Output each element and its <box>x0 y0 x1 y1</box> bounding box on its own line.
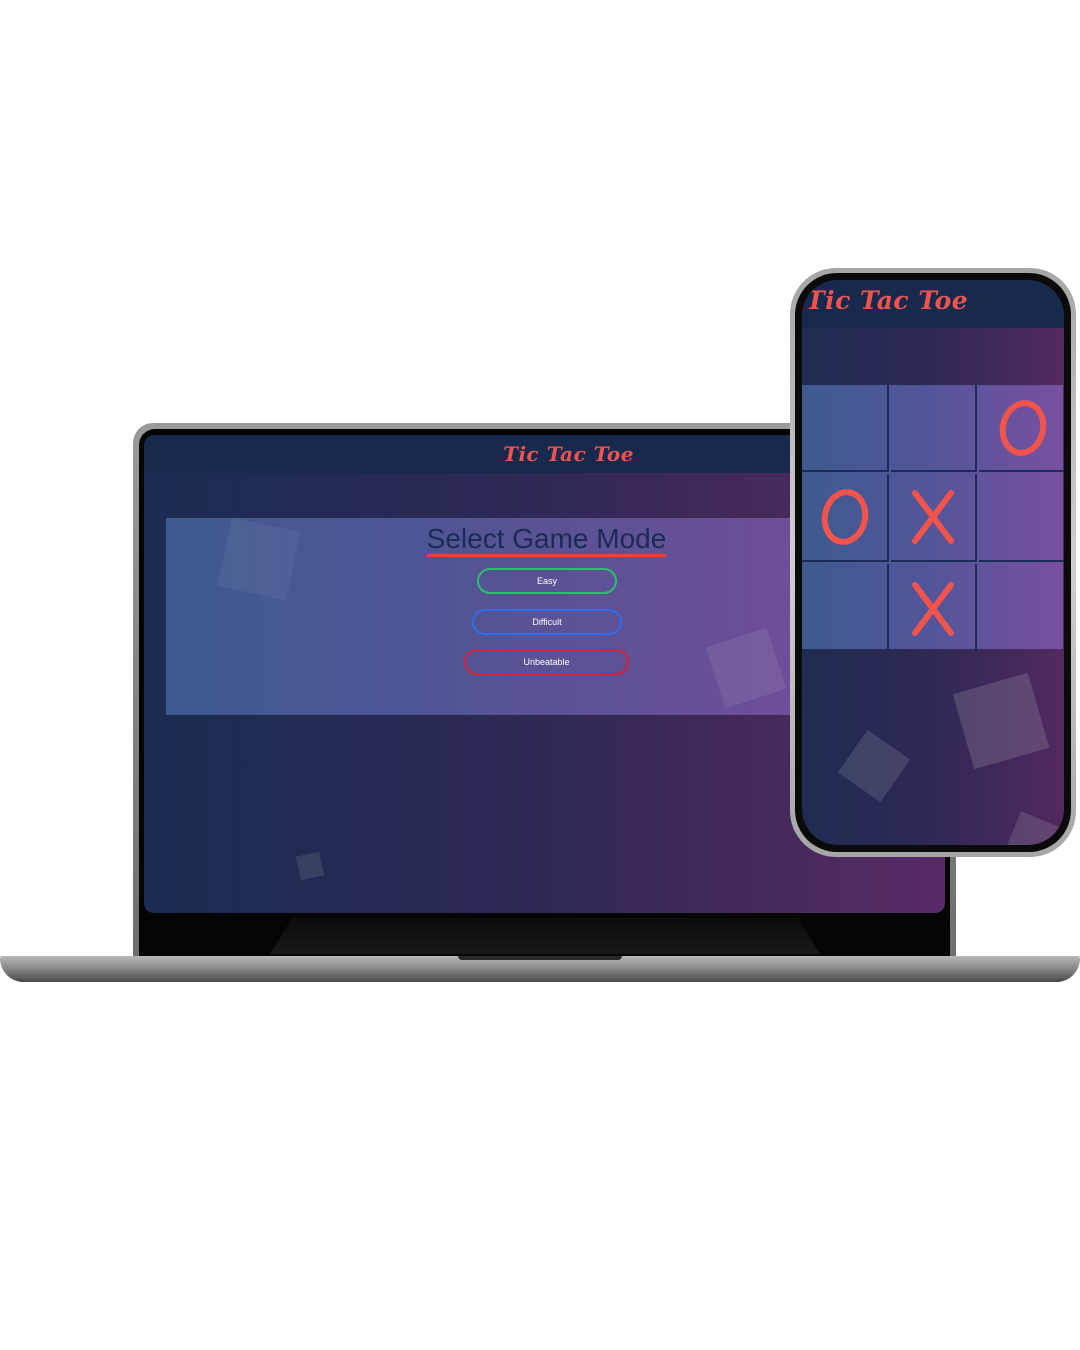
o-mark-shape <box>999 399 1047 456</box>
board-cell[interactable]: O <box>802 474 889 562</box>
decorative-square <box>295 851 325 881</box>
board-cell[interactable] <box>979 474 1064 562</box>
board-cell[interactable] <box>979 564 1064 653</box>
laptop-keyboard <box>270 918 820 954</box>
difficult-mode-button[interactable]: Difficult <box>472 609 622 635</box>
decorative-square <box>705 627 787 709</box>
select-game-mode-text: Select Game Mode <box>426 523 667 557</box>
unbeatable-mode-button[interactable]: Unbeatable <box>464 649 629 675</box>
board-cell[interactable] <box>802 385 889 472</box>
board-cell[interactable]: X <box>891 474 977 562</box>
board-cell[interactable] <box>802 564 889 653</box>
phone-app-title: Tic Tac Toe <box>806 286 969 315</box>
phone-app-header: Tic Tac Toe <box>802 280 1064 328</box>
decorative-square <box>1004 811 1062 845</box>
decorative-square <box>952 672 1050 770</box>
o-mark <box>999 399 1047 456</box>
laptop-app-title: Tic Tac Toe <box>503 442 634 466</box>
board-cell[interactable]: O <box>979 385 1064 472</box>
o-mark <box>821 489 868 545</box>
tic-tac-toe-board: O O X X <box>802 385 1064 653</box>
laptop-notch <box>458 956 622 960</box>
x-mark <box>912 581 954 636</box>
o-mark-shape <box>821 489 868 545</box>
board-cell[interactable] <box>891 385 977 472</box>
board-cell[interactable]: X <box>891 564 977 653</box>
phone-screen: Tic Tac Toe O O X X <box>802 280 1064 845</box>
decorative-square <box>837 729 911 803</box>
easy-mode-button[interactable]: Easy <box>477 568 617 594</box>
mockup-canvas: Tic Tac Toe Select Game Mode Easy Diffic… <box>0 0 1080 1350</box>
x-mark <box>912 490 954 544</box>
